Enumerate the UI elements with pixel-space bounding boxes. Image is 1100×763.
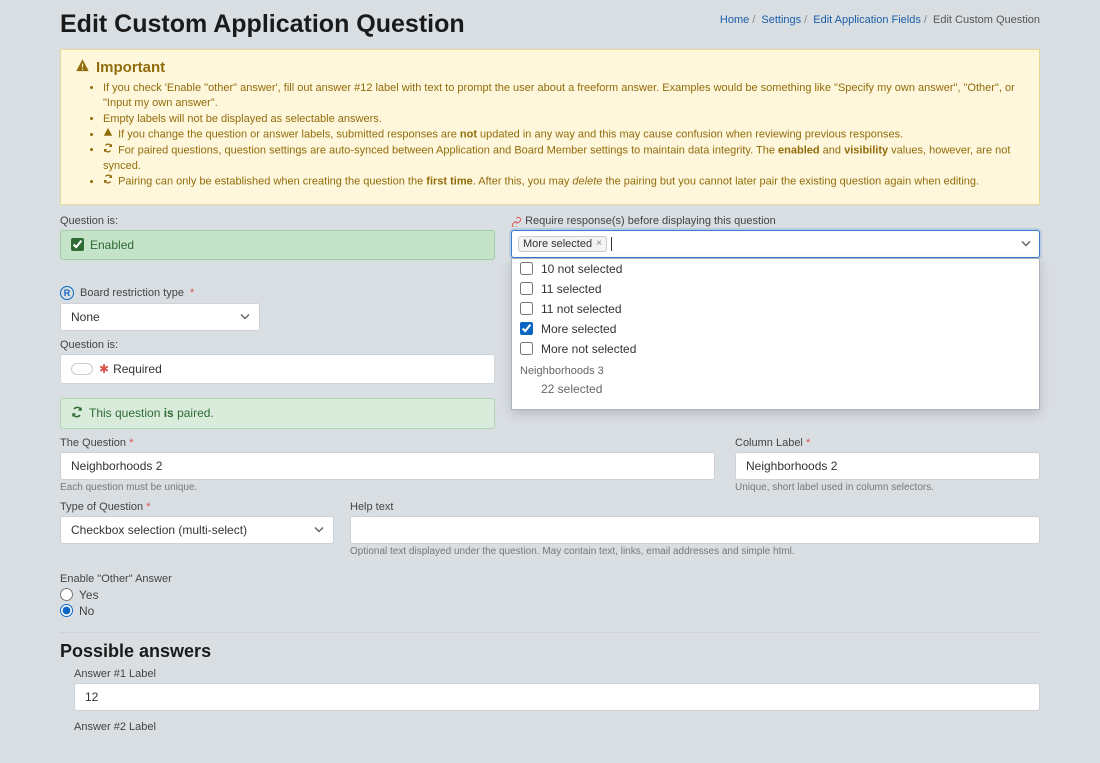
answer-1-input[interactable] [74,683,1040,711]
enabled-toggle[interactable]: Enabled [60,230,495,260]
the-question-label: The Question * [60,437,715,449]
help-text-label: Help text [350,501,1040,513]
enable-other-yes[interactable] [60,588,73,601]
dropdown-option[interactable]: More not selected [512,339,1039,359]
alert-item: If you change the question or answer lab… [103,127,1025,143]
alert-item: Pairing can only be established when cre… [103,174,1025,190]
possible-answers-heading: Possible answers [60,641,1040,662]
column-label-label: Column Label * [735,437,1040,449]
important-alert: Important If you check 'Enable "other" a… [60,49,1040,205]
type-of-question-select[interactable]: Checkbox selection (multi-select) [60,516,334,544]
board-restrict-label: Board restriction type [80,287,184,299]
alert-item: For paired questions, question settings … [103,143,1025,174]
dropdown-option[interactable]: More selected [512,319,1039,339]
breadcrumb: Home/ Settings/ Edit Application Fields/… [720,10,1040,26]
help-text-input[interactable] [350,516,1040,544]
chevron-down-icon [1021,236,1031,251]
paired-status: This question is paired. [60,398,495,429]
the-question-input[interactable] [60,452,715,480]
require-response-input[interactable] [616,236,618,252]
board-restrict-select[interactable]: None [60,303,260,331]
the-question-hint: Each question must be unique. [60,482,715,493]
help-text-hint: Optional text displayed under the questi… [350,546,1040,557]
sync-icon [103,174,113,189]
breadcrumb-edit-fields[interactable]: Edit Application Fields [813,14,921,26]
warning-icon [75,58,96,77]
breadcrumb-home[interactable]: Home [720,14,749,26]
sync-icon [71,406,83,421]
registered-icon: R [60,286,74,300]
remove-token-button[interactable]: × [596,238,602,249]
asterisk-icon: ✱ [99,362,109,376]
sync-icon [103,143,113,158]
enabled-checkbox[interactable] [71,238,84,251]
dropdown-section-header: Neighborhoods 3 [512,359,1039,381]
question-is-label: Question is: [60,339,118,351]
alert-item: If you check 'Enable "other" answer', fi… [103,81,1025,112]
answer-1-label: Answer #1 Label [74,668,1040,680]
dropdown-option[interactable]: 11 not selected [512,299,1039,319]
link-icon [511,216,522,227]
breadcrumb-settings[interactable]: Settings [761,14,801,26]
type-of-question-label: Type of Question * [60,501,334,513]
dropdown-option[interactable]: 10 not selected [512,259,1039,279]
switch-off-icon [71,363,93,375]
enable-other-label: Enable "Other" Answer [60,573,1040,585]
require-response-dropdown[interactable]: 10 not selected 11 selected 11 not selec… [511,258,1040,410]
text-cursor [611,237,612,251]
answer-2-label: Answer #2 Label [74,721,1040,733]
column-label-input[interactable] [735,452,1040,480]
breadcrumb-current: Edit Custom Question [933,14,1040,26]
page-title: Edit Custom Application Question [60,10,465,39]
dropdown-option[interactable]: 11 selected [512,279,1039,299]
require-response-select[interactable]: More selected × [511,230,1040,258]
require-response-label: Require response(s) before displaying th… [511,215,776,227]
required-toggle[interactable]: ✱ Required [60,354,495,384]
warning-icon [103,127,113,142]
dropdown-option[interactable]: 22 selected [512,381,1039,395]
column-label-hint: Unique, short label used in column selec… [735,482,1040,493]
divider [60,632,1040,633]
selected-token: More selected × [518,236,607,252]
question-is-label: Question is: [60,215,118,227]
enable-other-no[interactable] [60,604,73,617]
alert-item: Empty labels will not be displayed as se… [103,112,1025,127]
